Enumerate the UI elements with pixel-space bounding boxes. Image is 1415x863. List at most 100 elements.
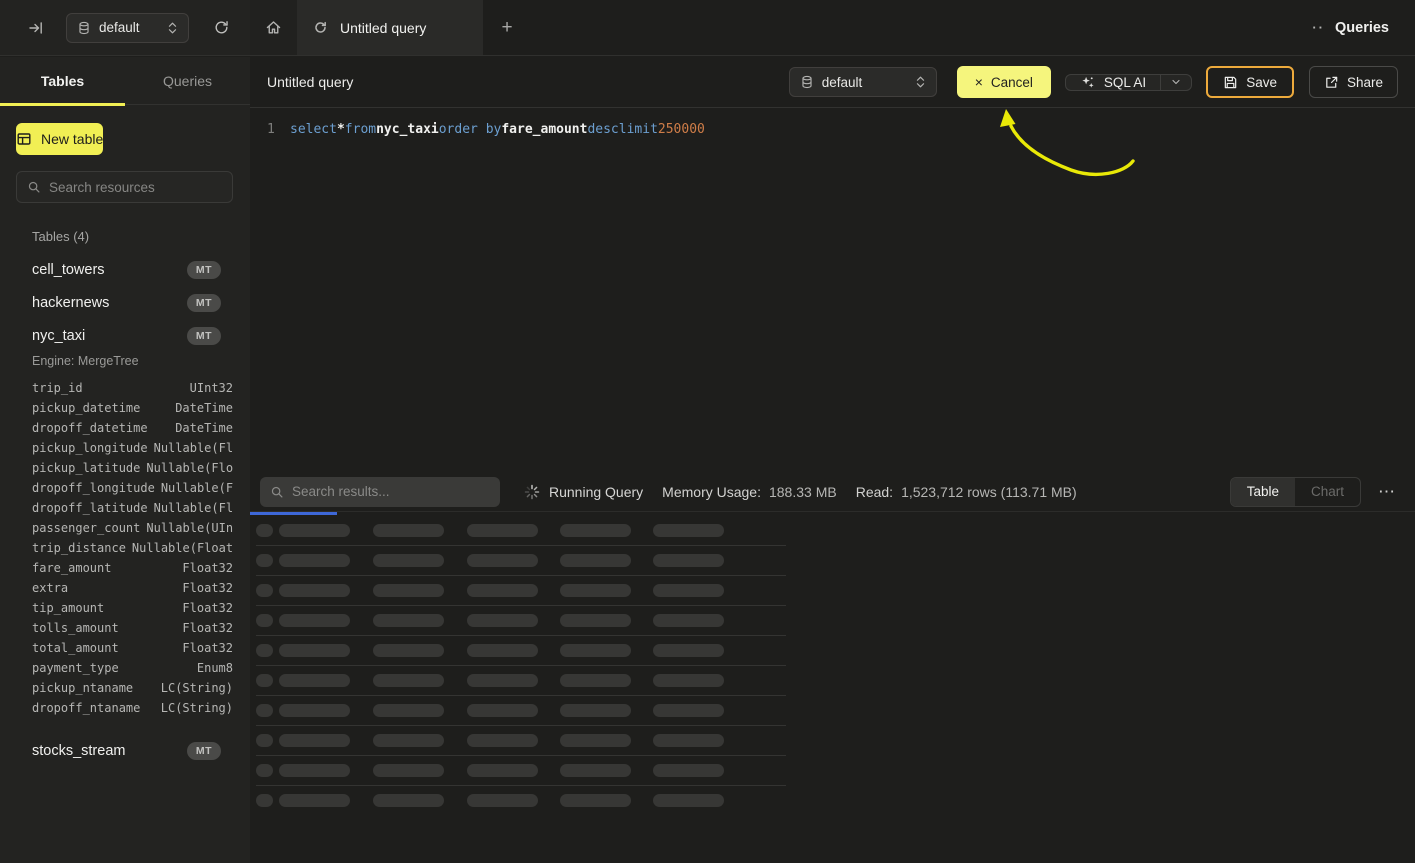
results-header: Running Query Memory Usage: 188.33 MB Re…	[250, 472, 1415, 512]
skeleton-row	[256, 756, 786, 786]
queries-icon: ··	[1312, 21, 1325, 34]
cancel-button[interactable]: × Cancel	[957, 66, 1051, 98]
skeleton-cell	[279, 764, 350, 777]
sql-ai-dropdown-button[interactable]	[1160, 75, 1191, 90]
skeleton-cell	[373, 794, 444, 807]
table-item-cell-towers[interactable]: cell_towers MT	[0, 253, 250, 286]
column-type: DateTime	[175, 418, 233, 438]
table-item-stocks-stream[interactable]: stocks_stream MT	[0, 734, 250, 767]
sql-star: *	[337, 121, 345, 139]
sql-ai-button[interactable]: SQL AI	[1066, 75, 1160, 90]
tab-untitled-query[interactable]: Untitled query	[297, 0, 483, 55]
table-grid-icon	[16, 131, 32, 147]
cancel-label: Cancel	[991, 75, 1033, 90]
query-toolbar: Untitled query default ×	[250, 57, 1415, 108]
sparkles-icon	[1080, 75, 1095, 90]
skeleton-cell	[256, 614, 273, 627]
skeleton-cell	[256, 704, 273, 717]
column-row: passenger_count Nullable(UIn	[32, 518, 233, 538]
skeleton-cell	[560, 584, 631, 597]
share-button[interactable]: Share	[1309, 66, 1398, 98]
skeleton-cell	[653, 734, 724, 747]
results-more-button[interactable]: ⋯	[1374, 481, 1399, 502]
view-toggle-chart[interactable]: Chart	[1295, 478, 1360, 506]
sidebar: Tables Queries New table Tables (4) cell…	[0, 57, 250, 863]
database-icon	[800, 75, 814, 89]
column-row: dropoff_datetime DateTime	[32, 418, 233, 438]
results-search[interactable]	[260, 477, 500, 507]
results-skeleton	[256, 516, 786, 816]
column-name: dropoff_latitude	[32, 498, 148, 518]
table-item-hackernews[interactable]: hackernews MT	[0, 286, 250, 319]
skeleton-cell	[279, 644, 350, 657]
skeleton-cell	[653, 524, 724, 537]
skeleton-cell	[256, 584, 273, 597]
view-toggle-table[interactable]: Table	[1231, 478, 1295, 506]
skeleton-cell	[467, 614, 538, 627]
skeleton-row	[256, 576, 786, 606]
sql-table-name: nyc_taxi	[376, 121, 439, 139]
column-name: extra	[32, 578, 68, 598]
table-item-nyc-taxi[interactable]: nyc_taxi MT	[0, 319, 250, 352]
skeleton-cell	[373, 764, 444, 777]
save-button[interactable]: Save	[1206, 66, 1294, 98]
tab-title: Untitled query	[340, 20, 426, 36]
sql-editor[interactable]: 1select * from nyc_taxi order by fare_am…	[250, 108, 1415, 472]
column-type: Float32	[182, 598, 233, 618]
share-label: Share	[1347, 75, 1383, 90]
refresh-button[interactable]	[209, 15, 234, 40]
home-button[interactable]	[250, 0, 297, 55]
new-tab-button[interactable]: +	[483, 0, 531, 55]
sidebar-collapse-button[interactable]	[24, 16, 48, 40]
skeleton-cell	[653, 554, 724, 567]
skeleton-cell	[373, 614, 444, 627]
skeleton-cell	[560, 764, 631, 777]
column-row: tolls_amount Float32	[32, 618, 233, 638]
skeleton-cell	[653, 584, 724, 597]
results-search-input[interactable]	[292, 484, 490, 499]
new-table-button[interactable]: New table	[16, 123, 103, 155]
queries-link[interactable]: ·· Queries	[1312, 0, 1415, 55]
engine-badge: MT	[187, 294, 221, 312]
tab-sync-icon	[313, 20, 328, 35]
sidebar-search[interactable]	[16, 171, 233, 203]
columns-list: trip_id UInt32 pickup_datetime DateTime …	[0, 374, 250, 724]
skeleton-cell	[653, 794, 724, 807]
skeleton-cell	[467, 704, 538, 717]
line-number: 1	[267, 121, 290, 139]
topbar-database-value: default	[99, 20, 159, 35]
column-row: pickup_datetime DateTime	[32, 398, 233, 418]
skeleton-cell	[653, 704, 724, 717]
main-panel: Untitled query default ×	[250, 57, 1415, 863]
column-type: Nullable(Float	[132, 538, 233, 558]
column-name: tip_amount	[32, 598, 104, 618]
skeleton-cell	[373, 704, 444, 717]
sidebar-search-input[interactable]	[49, 180, 222, 195]
read-stat: Read: 1,523,712 rows (113.71 MB)	[856, 484, 1077, 500]
column-type: UInt32	[190, 378, 233, 398]
view-toggle: Table Chart	[1230, 477, 1361, 507]
column-row: dropoff_latitude Nullable(Fl	[32, 498, 233, 518]
topbar-database-select[interactable]: default	[66, 13, 189, 43]
column-type: LC(String)	[161, 698, 233, 718]
column-type: Nullable(Fl	[154, 438, 233, 458]
skeleton-cell	[560, 794, 631, 807]
skeleton-cell	[560, 734, 631, 747]
skeleton-cell	[373, 554, 444, 567]
share-icon	[1324, 75, 1339, 90]
loading-progress-bar	[250, 512, 337, 515]
skeleton-cell	[467, 674, 538, 687]
column-row: trip_distance Nullable(Float	[32, 538, 233, 558]
sidebar-tab-tables[interactable]: Tables	[0, 57, 125, 104]
skeleton-row	[256, 606, 786, 636]
toolbar-database-select[interactable]: default	[789, 67, 937, 97]
column-name: dropoff_longitude	[32, 478, 155, 498]
queries-label: Queries	[1335, 20, 1389, 36]
sql-column-name: fare_amount	[501, 121, 587, 139]
skeleton-row	[256, 696, 786, 726]
column-type: Float32	[182, 558, 233, 578]
column-name: tolls_amount	[32, 618, 119, 638]
sql-keyword: order by	[439, 121, 502, 139]
sidebar-tab-queries[interactable]: Queries	[125, 57, 250, 104]
skeleton-cell	[653, 674, 724, 687]
